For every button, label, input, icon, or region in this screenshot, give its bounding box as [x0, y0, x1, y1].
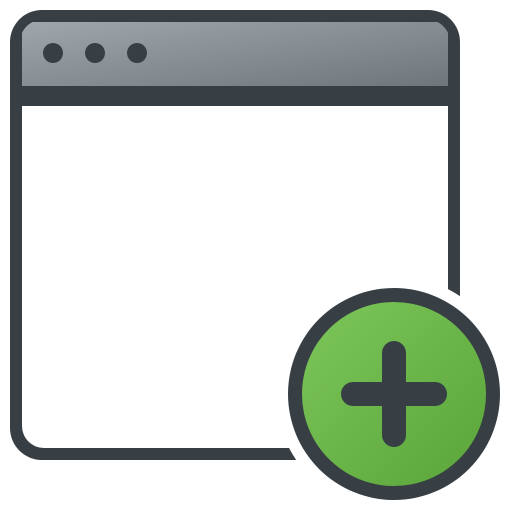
add-badge	[276, 276, 512, 512]
titlebar-dot-1	[43, 43, 63, 63]
titlebar-dot-3	[127, 43, 147, 63]
plus-icon-horizontal	[341, 382, 447, 406]
new-window-svg	[10, 10, 512, 512]
titlebar-dot-2	[85, 43, 105, 63]
new-window-icon	[0, 0, 512, 512]
titlebar-divider	[22, 86, 448, 106]
